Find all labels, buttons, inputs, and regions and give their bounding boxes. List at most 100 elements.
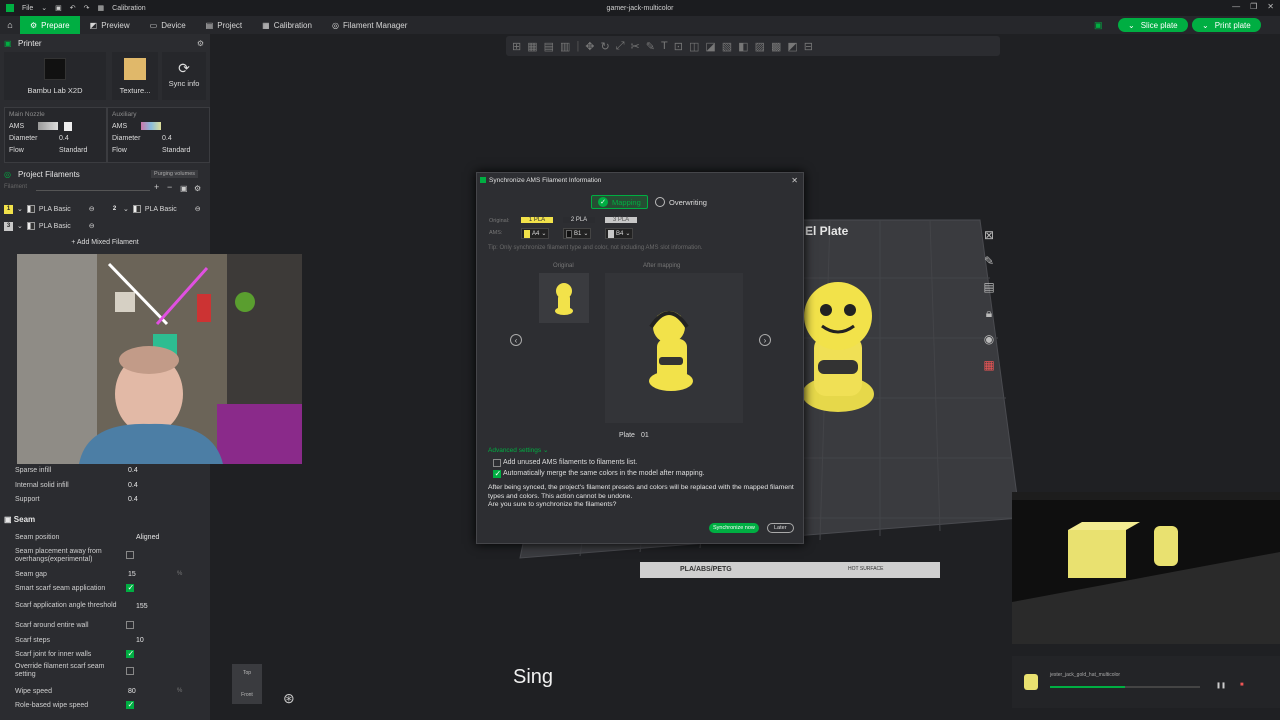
- svg-icon[interactable]: ⊟: [804, 40, 813, 53]
- param-value[interactable]: 0.4: [128, 493, 138, 505]
- view-icon[interactable]: ◉: [978, 326, 1000, 352]
- maximize-icon[interactable]: ❐: [1250, 2, 1257, 11]
- seam-away-checkbox[interactable]: [126, 551, 134, 559]
- plate-card[interactable]: Texture...: [112, 52, 158, 100]
- ams-select-3[interactable]: B4 ⌄: [605, 228, 634, 239]
- prev-plate-button[interactable]: ‹: [510, 334, 522, 346]
- variable-layer-icon[interactable]: ▨: [755, 40, 765, 53]
- redo-icon[interactable]: ↷: [84, 4, 90, 12]
- filament-edit-icon[interactable]: ⊖: [89, 205, 95, 213]
- param-value[interactable]: 10: [136, 634, 144, 646]
- file-menu[interactable]: File: [22, 5, 33, 12]
- gear-icon[interactable]: ⚙: [197, 39, 204, 48]
- tab-project[interactable]: ▤ Project: [196, 16, 252, 34]
- filament-item[interactable]: 1 ⌄ PLA Basic ⊖: [4, 203, 95, 215]
- seam-tool-icon[interactable]: ◪: [705, 40, 715, 53]
- seam-position-select[interactable]: Aligned: [136, 531, 159, 543]
- gear-icon[interactable]: ⚙: [194, 184, 201, 193]
- support-paint-icon[interactable]: ▧: [722, 40, 732, 53]
- merge-colors-checkbox[interactable]: [493, 469, 501, 478]
- main-nozzle-panel[interactable]: Main Nozzle AMS Diameter 0.4 Flow Standa…: [4, 107, 107, 163]
- filament-item[interactable]: 2 ⌄ PLA Basic ⊖: [110, 203, 201, 215]
- later-button[interactable]: Later: [767, 523, 794, 533]
- filament-item[interactable]: 3 ⌄ PLA Basic ⊖: [4, 220, 95, 232]
- close-icon[interactable]: ✕: [791, 176, 798, 185]
- main-flow-value[interactable]: Standard: [59, 147, 87, 154]
- aux-nozzle-panel[interactable]: Auxiliary AMS Diameter 0.4 Flow Standard: [107, 107, 210, 163]
- pause-icon[interactable]: ❚❚: [1216, 682, 1226, 689]
- text-icon[interactable]: T: [661, 40, 668, 52]
- plate-selector[interactable]: Plate 01: [619, 432, 649, 439]
- slice-plate-button[interactable]: ⌄ Slice plate: [1118, 18, 1188, 32]
- scale-icon[interactable]: ⤢: [616, 40, 625, 53]
- mesh-boolean-icon[interactable]: ◧: [738, 40, 748, 53]
- home-button[interactable]: ⌂: [0, 16, 20, 34]
- smart-scarf-checkbox[interactable]: [126, 583, 134, 592]
- cut-icon[interactable]: ✂: [631, 40, 640, 53]
- chevron-down-icon[interactable]: ⌄: [41, 4, 47, 12]
- view-cube[interactable]: Top Front: [232, 664, 262, 704]
- tab-device[interactable]: ▭ Device: [140, 16, 196, 34]
- param-value[interactable]: 0.4: [128, 479, 138, 491]
- fuzzy-icon[interactable]: ▩: [771, 40, 781, 53]
- param-value[interactable]: 15: [128, 568, 136, 580]
- role-based-wipe-checkbox[interactable]: [126, 700, 134, 709]
- close-plate-icon[interactable]: ⊠: [978, 222, 1000, 248]
- jester-model[interactable]: [800, 276, 880, 416]
- arrange-icon[interactable]: ▤: [544, 40, 554, 53]
- tab-calibration[interactable]: ▦ Calibration: [252, 16, 322, 34]
- stop-icon[interactable]: ■: [1240, 682, 1244, 688]
- close-icon[interactable]: ✕: [1267, 2, 1274, 11]
- aux-flow-value[interactable]: Standard: [162, 147, 190, 154]
- minimize-icon[interactable]: —: [1232, 2, 1240, 11]
- add-mixed-filament-button[interactable]: + Add Mixed Filament: [0, 239, 210, 246]
- sync-now-button[interactable]: Synchronize now: [709, 523, 759, 533]
- next-plate-button[interactable]: ›: [759, 334, 771, 346]
- calibration-menu[interactable]: Calibration: [112, 5, 145, 12]
- assistant-icon[interactable]: ⊛: [283, 690, 295, 707]
- remove-filament-icon[interactable]: −: [167, 182, 172, 192]
- grid-icon[interactable]: ▦: [527, 40, 537, 53]
- layout-icon[interactable]: ▣: [1094, 20, 1103, 31]
- plate-settings-icon[interactable]: ▦: [978, 352, 1000, 378]
- param-value[interactable]: 155: [136, 600, 148, 612]
- advanced-settings-toggle[interactable]: Advanced settings ⌄: [488, 446, 548, 454]
- override-scarf-checkbox[interactable]: [126, 667, 134, 675]
- ams-select-1[interactable]: A4 ⌄: [521, 228, 550, 239]
- paint-icon[interactable]: ✎: [646, 40, 655, 53]
- save-icon[interactable]: ▣: [55, 4, 62, 12]
- calibration-icon[interactable]: ▦: [98, 4, 105, 12]
- filament-edit-icon[interactable]: ⊖: [195, 205, 201, 213]
- rotate-icon[interactable]: ↻: [601, 40, 610, 53]
- tab-overwriting[interactable]: Overwriting: [649, 195, 713, 209]
- sync-info-button[interactable]: ⟳ Sync info: [162, 52, 206, 100]
- ams-select-2[interactable]: B1 ⌄: [563, 228, 592, 239]
- layers-icon[interactable]: ▥: [560, 40, 570, 53]
- scarf-entire-wall-checkbox[interactable]: [126, 621, 134, 629]
- unused-filaments-checkbox[interactable]: [493, 459, 501, 467]
- param-value[interactable]: 0.4: [128, 464, 138, 476]
- print-plate-button[interactable]: ⌄ Print plate: [1192, 18, 1261, 32]
- filament-edit-icon[interactable]: ⊖: [89, 222, 95, 230]
- lock-icon[interactable]: 🔒︎: [978, 300, 1000, 326]
- scarf-inner-checkbox[interactable]: [126, 649, 134, 658]
- aux-diameter-value[interactable]: 0.4: [162, 135, 172, 142]
- tab-prepare[interactable]: ⚙ Prepare: [20, 16, 80, 34]
- measure-icon[interactable]: ⊡: [674, 40, 683, 53]
- move-icon[interactable]: ✥: [585, 40, 594, 53]
- main-diameter-value[interactable]: 0.4: [59, 135, 69, 142]
- purging-volumes-button[interactable]: Purging volumes: [151, 170, 198, 178]
- emboss-icon[interactable]: ◩: [787, 40, 797, 53]
- tab-filament-manager[interactable]: ◎ Filament Manager: [322, 16, 417, 34]
- add-object-icon[interactable]: ⊞: [512, 40, 521, 53]
- undo-icon[interactable]: ↶: [70, 4, 76, 12]
- filament-settings-icon[interactable]: ▣: [180, 184, 188, 193]
- add-filament-icon[interactable]: +: [154, 182, 159, 192]
- tab-mapping[interactable]: ✓ Mapping: [591, 195, 648, 209]
- edit-plate-icon[interactable]: ✎: [978, 248, 1000, 274]
- param-value[interactable]: 80: [128, 685, 136, 697]
- assembly-icon[interactable]: ◫: [689, 40, 699, 53]
- tab-preview[interactable]: ◩ Preview: [80, 16, 140, 34]
- printer-card[interactable]: Bambu Lab X2D: [4, 52, 106, 100]
- arrange-plate-icon[interactable]: ▤: [978, 274, 1000, 300]
